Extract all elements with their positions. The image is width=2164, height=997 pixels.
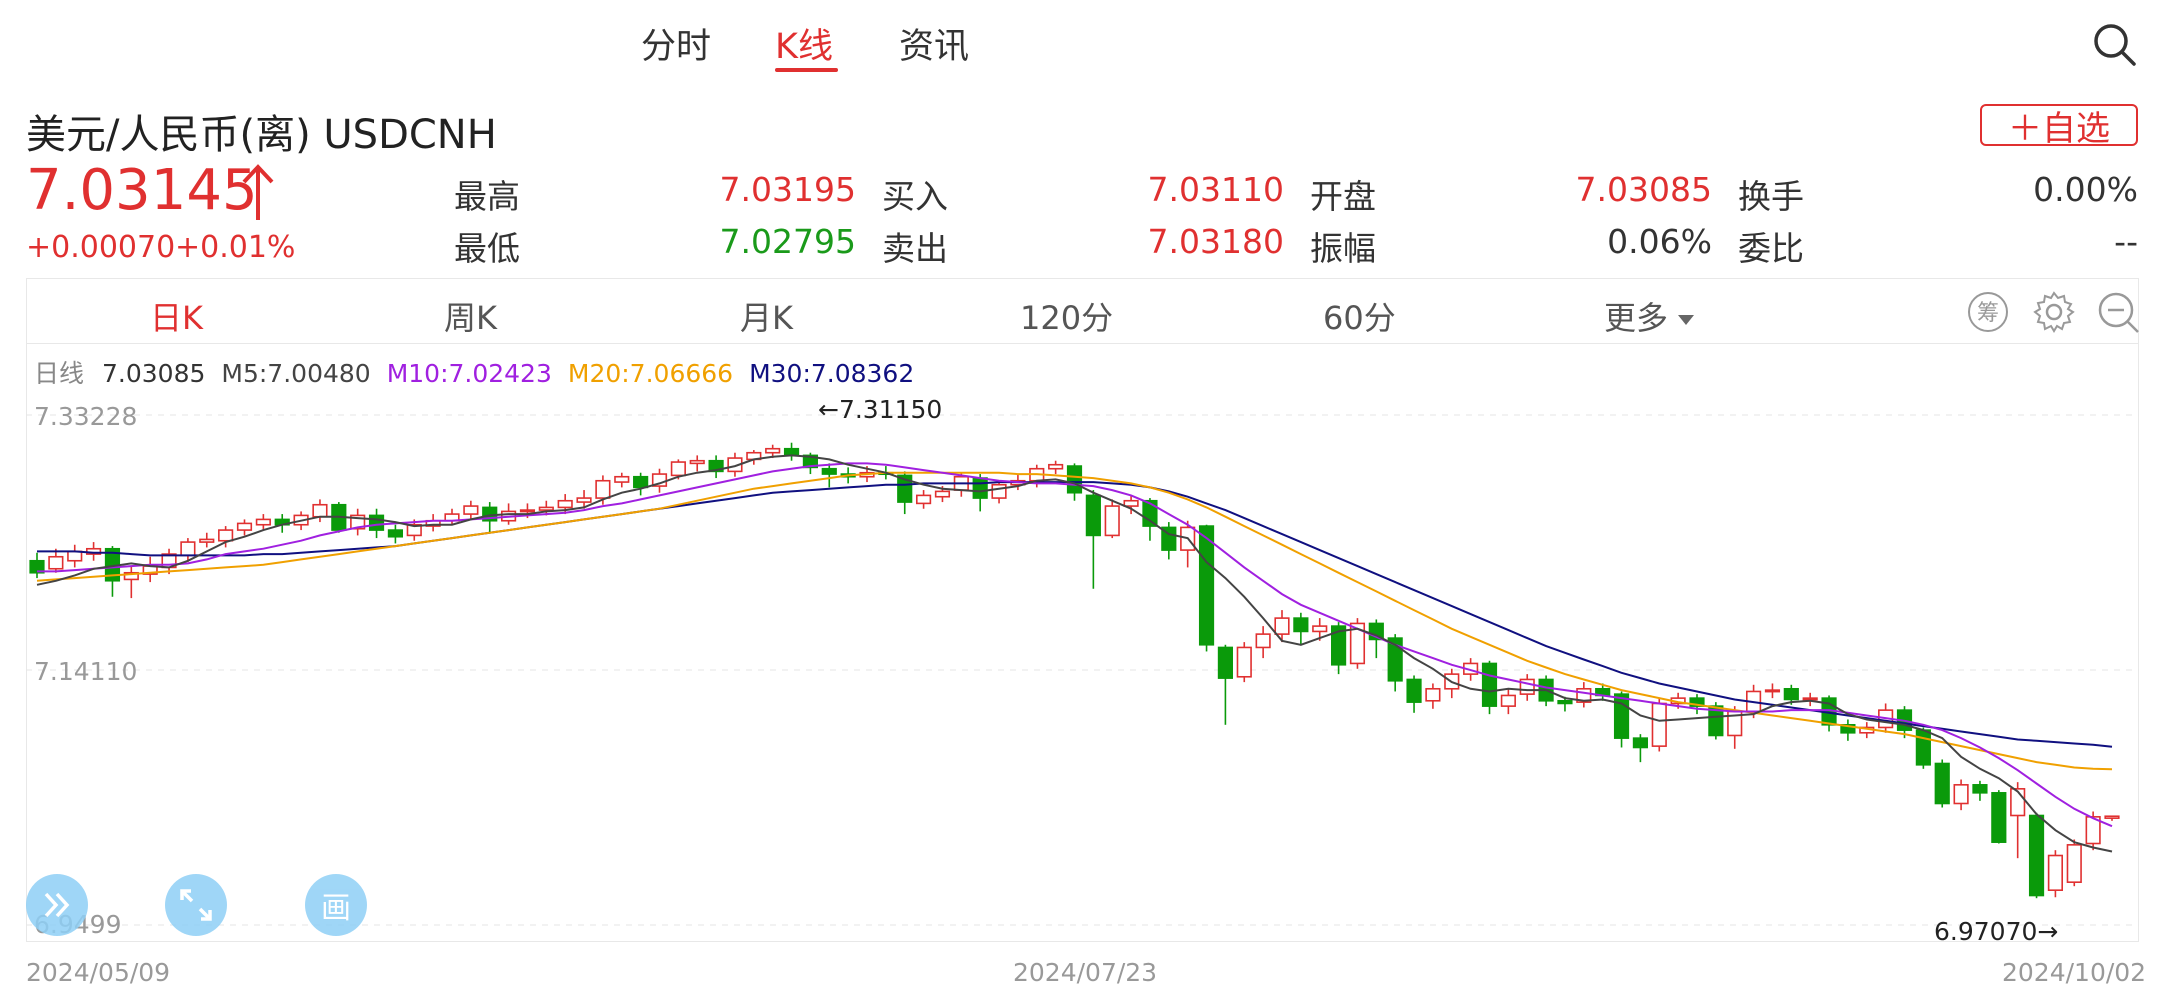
double-chevron-right-icon (44, 892, 70, 918)
candle-body-up (199, 538, 215, 543)
candle-body-down (2028, 814, 2045, 897)
candle-body-up (255, 518, 271, 526)
y-axis-top-label: 7.33228 (34, 402, 138, 431)
candle-body-down (1632, 737, 1648, 749)
candle-body-up (689, 459, 705, 465)
candle-body-up (557, 499, 573, 509)
candle-body-up (1312, 625, 1328, 633)
candle-body-up (312, 503, 328, 518)
candle-body-up (236, 522, 253, 531)
candle-body-down (1142, 499, 1158, 527)
candle-body-down (1991, 792, 2007, 843)
candle-body-down (387, 529, 404, 538)
candle-body-up (67, 550, 83, 562)
candle-body-up (1651, 702, 1667, 747)
candle-body-down (1783, 687, 1799, 701)
candle-body-up (2066, 844, 2082, 883)
candle-body-up (2047, 854, 2063, 891)
ma5-line (36, 454, 2113, 853)
candle-body-up (538, 506, 554, 511)
candle-body-up (180, 541, 196, 557)
x-axis-start-date: 2024/05/09 (26, 958, 171, 987)
candle-body-down (821, 467, 837, 475)
candle-body-up (48, 555, 64, 570)
x-axis-end-date: 2024/10/02 (2002, 958, 2147, 987)
candle-body-up (519, 509, 536, 513)
candle-body-up (1802, 697, 1818, 701)
expand-right-button[interactable] (26, 874, 88, 936)
candle-body-down (1198, 525, 1215, 646)
candle-body-down (1293, 617, 1309, 633)
candle-body-up (1123, 499, 1139, 507)
candle-body-up (218, 529, 234, 542)
candle-body-down (1915, 729, 1931, 766)
candle-body-up (934, 490, 951, 498)
candle-body-down (1972, 784, 1988, 794)
candle-body-down (1217, 646, 1233, 679)
y-axis-mid-label: 7.14110 (34, 657, 138, 686)
candle-body-down (1557, 699, 1573, 705)
draw-button-label: 画 (321, 891, 351, 926)
kline-chart[interactable] (0, 0, 2164, 997)
candle-body-up (595, 479, 611, 499)
candle-body-up (1255, 633, 1271, 649)
candle-body-down (1934, 762, 1950, 805)
candle-body-up (670, 461, 686, 477)
candle-body-down (633, 475, 649, 489)
max-price-annotation: ←7.31150 (818, 395, 943, 424)
candle-body-up (765, 447, 781, 454)
candle-body-up (991, 483, 1007, 499)
candle-body-up (1764, 689, 1781, 693)
candle-body-up (2104, 815, 2120, 819)
candle-body-up (463, 505, 479, 515)
fullscreen-icon (180, 889, 212, 921)
candle-body-up (1425, 687, 1441, 702)
min-price-annotation: 6.97070→ (1934, 917, 2059, 946)
candle-body-up (1274, 617, 1290, 635)
x-axis-mid-date: 2024/07/23 (1013, 958, 1158, 987)
candle-body-down (972, 477, 988, 499)
candle-body-up (1500, 694, 1516, 707)
candle-body-down (783, 447, 800, 457)
candle-body-up (1236, 646, 1252, 678)
candle-body-up (576, 497, 592, 503)
candle-body-down (1406, 678, 1422, 703)
ma30-line (37, 481, 2113, 748)
draw-button[interactable]: 画 (305, 874, 367, 936)
candle-body-down (1613, 693, 1630, 739)
fullscreen-button[interactable] (165, 874, 227, 936)
candle-body-up (1104, 505, 1120, 537)
candle-body-down (368, 514, 385, 531)
candle-body-down (1481, 662, 1498, 707)
candle-body-down (1066, 465, 1083, 494)
candle-body-up (1953, 784, 1969, 805)
candle-body-down (1085, 494, 1101, 537)
candle-body-up (915, 494, 932, 505)
candle-body-up (614, 475, 630, 483)
candle-body-up (1048, 463, 1064, 470)
